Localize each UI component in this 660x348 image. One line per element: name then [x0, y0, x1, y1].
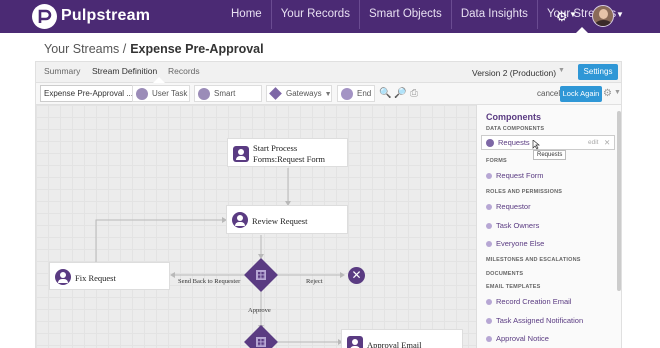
end-button[interactable]: End: [337, 85, 375, 102]
user-task-label: User Task: [152, 89, 188, 98]
panel-scrollbar[interactable]: [617, 111, 621, 291]
user-task-icon: [232, 212, 248, 228]
fix-request-label: Fix Request: [75, 273, 116, 283]
zoom-out-icon[interactable]: 🔎: [394, 88, 406, 99]
gear-icon[interactable]: ⚙: [556, 9, 568, 25]
edge-label-reject: Reject: [306, 278, 323, 285]
section-forms: FORMS: [486, 158, 507, 164]
gateway-grid-icon: [256, 270, 266, 280]
nav-link-your-records[interactable]: Your Records: [270, 0, 359, 29]
gateways-button[interactable]: Gateways ▼: [266, 85, 332, 102]
tab-stream-definition[interactable]: Stream Definition: [92, 66, 157, 76]
user-task-button[interactable]: User Task: [132, 85, 190, 102]
tab-summary[interactable]: Summary: [44, 66, 80, 76]
mouse-cursor-icon: [532, 140, 540, 150]
start-process-form: Forms:Request Form: [253, 154, 326, 164]
fix-request-node[interactable]: Fix Request: [49, 262, 170, 290]
tab-records[interactable]: Records: [168, 66, 200, 76]
chevron-down-icon[interactable]: ▼: [558, 67, 565, 74]
approval-email-node[interactable]: Approval Email: [341, 329, 463, 348]
stream-canvas[interactable]: Start Process Forms:Request Form Review …: [35, 105, 476, 348]
nav-link-home[interactable]: Home: [222, 0, 271, 29]
review-request-label: Review Request: [252, 216, 308, 226]
zoom-in-icon[interactable]: 🔍: [379, 88, 391, 99]
chevron-down-icon[interactable]: ▼: [616, 10, 624, 19]
chevron-down-icon[interactable]: ▼: [569, 10, 577, 19]
smart-steps-button[interactable]: Smart Steps▼: [194, 85, 262, 113]
tab-bar: Summary Stream Definition Records Versio…: [35, 61, 622, 83]
print-icon[interactable]: ⎙: [410, 88, 418, 99]
gateways-label: Gateways: [286, 89, 322, 98]
page-title: Expense Pre-Approval: [130, 42, 264, 56]
review-request-node[interactable]: Review Request: [226, 205, 348, 234]
section-milestones: MILESTONES AND ESCALATIONS: [486, 257, 581, 263]
approval-email-label: Approval Email: [367, 340, 422, 348]
edge-label-approve: Approve: [248, 307, 271, 314]
lock-again-button[interactable]: Lock Again: [560, 86, 602, 102]
component-item-everyone-else[interactable]: Everyone Else: [486, 239, 544, 248]
component-item-requests-label: Requests: [498, 138, 530, 147]
section-roles: ROLES AND PERMISSIONS: [486, 189, 563, 195]
pulpstream-logo-icon[interactable]: [32, 4, 57, 29]
brand-name[interactable]: Pulpstream: [61, 7, 150, 25]
section-documents: DOCUMENTS: [486, 271, 524, 277]
edge-label-send-back: Send Back to Requester: [178, 278, 241, 285]
delete-icon[interactable]: ✕: [604, 138, 610, 147]
start-process-label: Start Process Forms:Request Form: [253, 143, 325, 165]
form-icon: [233, 146, 249, 162]
components-title: Components: [486, 112, 541, 122]
chevron-down-icon: ▼: [324, 91, 332, 98]
nav-link-smart-objects[interactable]: Smart Objects: [358, 0, 451, 29]
section-data-components: DATA COMPONENTS: [486, 126, 545, 132]
component-item-request-form[interactable]: Request Form: [486, 171, 544, 180]
end-event-icon[interactable]: ✕: [348, 267, 365, 284]
gateway-grid-icon: [256, 337, 266, 347]
designer-toolbar: Expense Pre-Approval ... ▼ User Task Sma…: [35, 83, 622, 113]
section-email-templates: EMAIL TEMPLATES: [486, 284, 541, 290]
component-item-task-owners[interactable]: Task Owners: [486, 221, 539, 230]
component-item-record-creation-email[interactable]: Record Creation Email: [486, 297, 571, 306]
component-item-task-assigned-notification[interactable]: Task Assigned Notification: [486, 316, 583, 325]
end-icon: [341, 88, 353, 100]
gear-icon[interactable]: ⚙: [603, 88, 612, 99]
start-process-title: Start Process: [253, 143, 298, 153]
email-icon: [347, 336, 363, 348]
component-item-approval-notice[interactable]: Approval Notice: [486, 334, 549, 343]
breadcrumb: Your Streams / Expense Pre-Approval: [44, 42, 264, 56]
components-panel: Components DATA COMPONENTS Requests edit…: [476, 105, 622, 348]
component-item-requests[interactable]: Requests edit ✕: [481, 135, 615, 150]
cancel-link[interactable]: cancel: [537, 89, 560, 98]
nav-link-data-insights[interactable]: Data Insights: [450, 0, 537, 29]
data-component-icon: [486, 139, 494, 147]
breadcrumb-parent[interactable]: Your Streams /: [44, 42, 126, 56]
top-navigation: Pulpstream Home Your Records Smart Objec…: [0, 0, 660, 33]
end-label: End: [357, 89, 372, 98]
smart-steps-icon: [198, 88, 210, 100]
gateway-icon: [269, 87, 282, 100]
avatar[interactable]: [592, 5, 614, 27]
tooltip: Requests: [533, 150, 567, 160]
user-task-icon: [136, 88, 148, 100]
edit-link[interactable]: edit: [588, 139, 598, 146]
version-select[interactable]: Version 2 (Production): [472, 68, 556, 78]
settings-button[interactable]: Settings: [578, 64, 618, 80]
start-process-node[interactable]: Start Process Forms:Request Form: [227, 138, 348, 167]
chevron-down-icon[interactable]: ▼: [614, 89, 621, 96]
component-item-requestor[interactable]: Requestor: [486, 202, 531, 211]
stream-select-value: Expense Pre-Approval ...: [44, 89, 133, 98]
user-task-icon: [55, 269, 71, 285]
